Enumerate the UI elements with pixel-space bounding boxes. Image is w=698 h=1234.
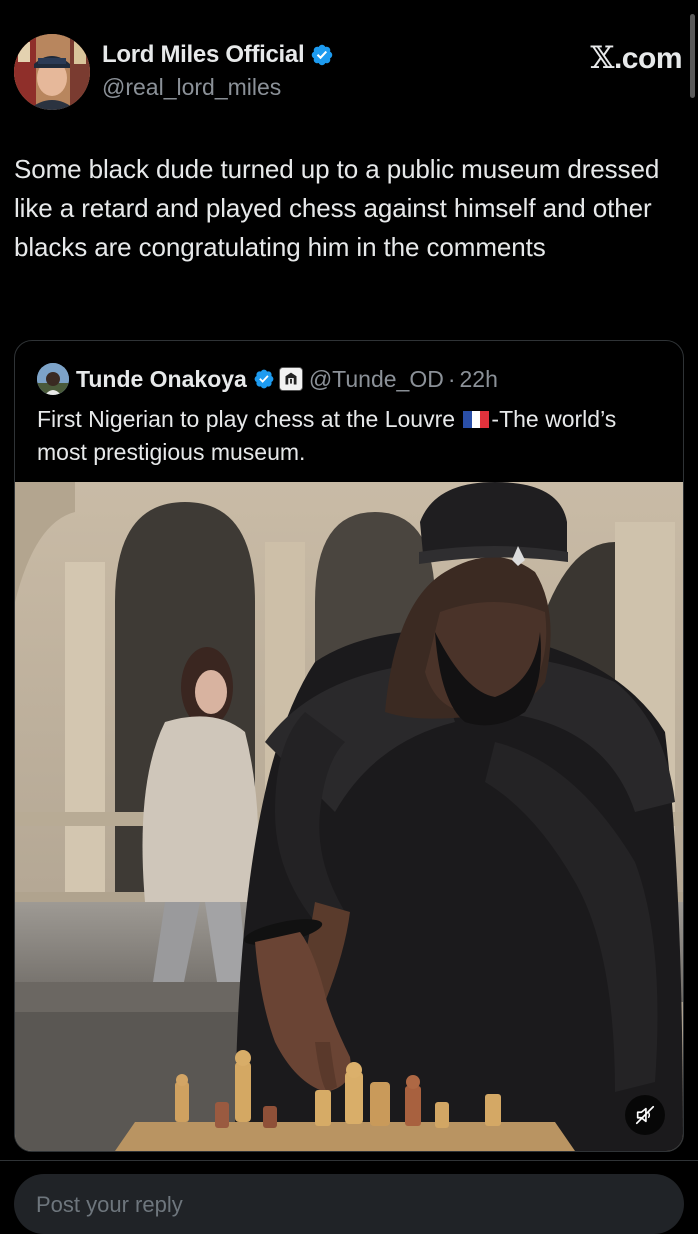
video-frame [15,482,683,1151]
quoted-author-avatar[interactable] [37,363,69,395]
reply-composer[interactable] [14,1174,684,1234]
author-display-name[interactable]: Lord Miles Official [102,41,305,69]
quoted-author-handle[interactable]: @Tunde_OD [309,366,444,393]
post-text: Some black dude turned up to a public mu… [14,154,660,262]
quoted-post[interactable]: Tunde Onakoya @Tunde_OD · 22h First Nige… [14,340,684,1152]
source-label-text: .com [613,42,683,75]
quoted-post-text-part-1: First Nigerian to play chess at the Louv… [37,406,462,432]
scrollbar[interactable] [690,14,695,98]
reply-input[interactable] [34,1186,638,1224]
speaker-muted-icon [635,1105,655,1125]
verified-badge-icon [254,369,274,389]
quoted-author-display-name[interactable]: Tunde Onakoya [76,366,247,393]
divider [0,1160,698,1161]
quoted-post-time[interactable]: 22h [460,366,498,393]
author-avatar[interactable] [14,34,90,110]
video-player[interactable] [15,482,683,1151]
quoted-post-header: Tunde Onakoya @Tunde_OD · 22h [37,363,498,395]
org-badge-icon[interactable] [278,367,303,391]
source-label: 𝕏.com [590,40,682,76]
author-handle[interactable]: @real_lord_miles [102,74,334,101]
post-header: Lord Miles Official @real_lord_miles 𝕏.c… [14,34,684,110]
separator-dot: · [447,365,456,392]
verified-badge-icon [312,44,333,66]
france-flag-icon [463,411,490,428]
quoted-post-text: First Nigerian to play chess at the Louv… [37,403,657,469]
x-logo-icon: 𝕏 [590,40,614,76]
mute-toggle-button[interactable] [625,1095,665,1135]
author-info: Lord Miles Official @real_lord_miles [102,40,334,101]
